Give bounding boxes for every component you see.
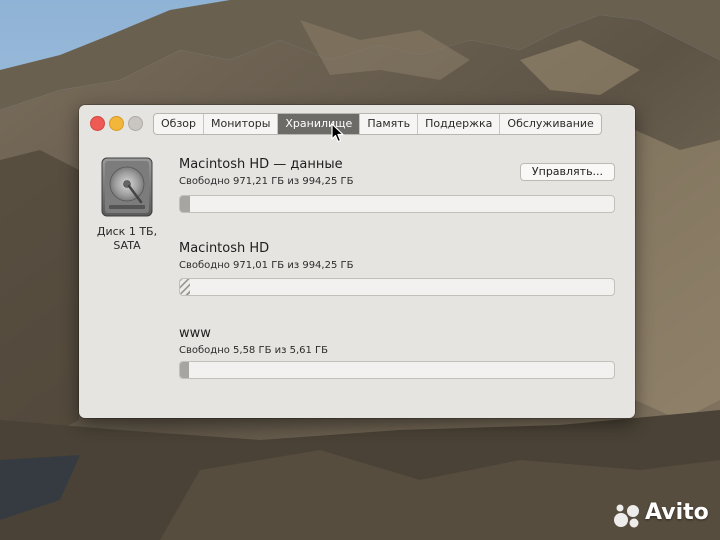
hard-drive-icon: [101, 157, 153, 217]
tab-storage[interactable]: Хранилище: [278, 114, 361, 134]
storage-bar-used: [180, 362, 189, 378]
title-bar: Обзор Мониторы Хранилище Память Поддержк…: [79, 105, 635, 143]
storage-bar-used: [180, 279, 190, 295]
close-window-button[interactable]: [90, 116, 105, 131]
zoom-window-button[interactable]: [128, 116, 143, 131]
tab-overview[interactable]: Обзор: [154, 114, 205, 134]
storage-bar: [179, 361, 615, 379]
volume-name: Macintosh HD — данные: [179, 157, 343, 172]
tab-memory[interactable]: Память: [360, 114, 419, 134]
storage-bar: [179, 195, 615, 213]
tab-bar: Обзор Мониторы Хранилище Память Поддержк…: [153, 113, 602, 135]
disk-label: Диск 1 ТБ, SATA: [96, 225, 158, 252]
volume-free-space: Свободно 971,21 ГБ из 994,25 ГБ: [179, 176, 354, 187]
tab-service[interactable]: Обслуживание: [500, 114, 600, 134]
avito-watermark-text: Avito: [645, 500, 709, 525]
volume-name: www: [179, 326, 211, 341]
tab-support[interactable]: Поддержка: [418, 114, 501, 134]
volume-free-space: Свободно 971,01 ГБ из 994,25 ГБ: [179, 260, 354, 271]
storage-bar-used: [180, 196, 190, 212]
minimize-window-button[interactable]: [109, 116, 124, 131]
volume-free-space: Свободно 5,58 ГБ из 5,61 ГБ: [179, 345, 329, 356]
manage-button[interactable]: Управлять...: [520, 163, 615, 181]
avito-logo-icon: [614, 504, 639, 528]
about-this-mac-window: Обзор Мониторы Хранилище Память Поддержк…: [79, 105, 635, 418]
mouse-cursor-icon: [331, 123, 344, 143]
volume-name: Macintosh HD: [179, 241, 270, 256]
storage-bar: [179, 278, 615, 296]
tab-displays[interactable]: Мониторы: [204, 114, 279, 134]
